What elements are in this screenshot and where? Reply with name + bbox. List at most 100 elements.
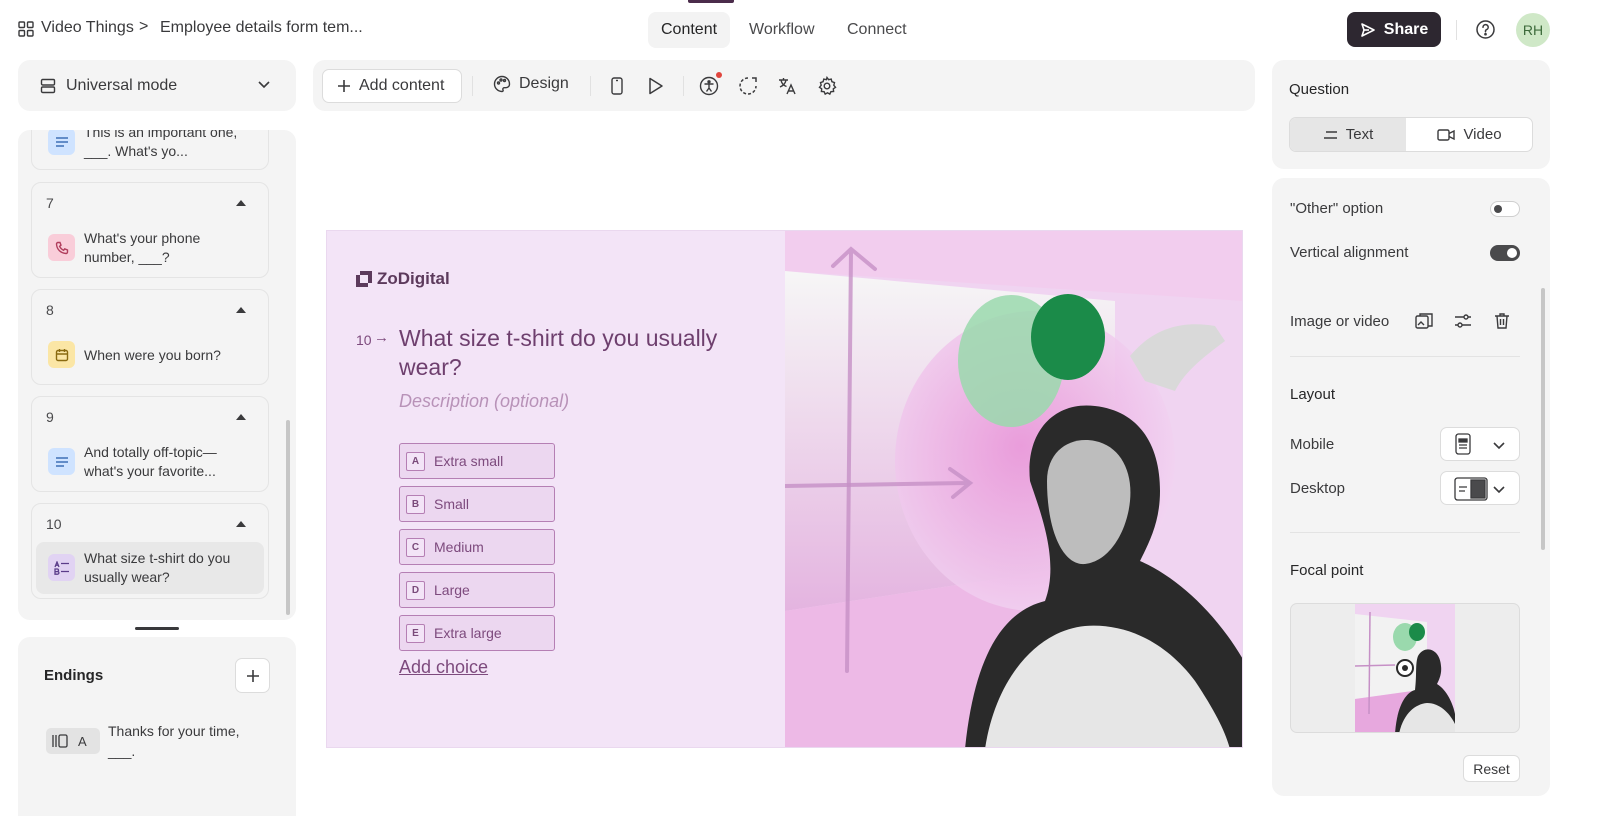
- tab-connect[interactable]: Connect: [834, 12, 920, 48]
- choice-label: Extra large: [434, 625, 502, 641]
- resize-handle[interactable]: [135, 627, 179, 630]
- question-title[interactable]: What size t-shirt do you usually wear?: [399, 324, 739, 382]
- breadcrumb-form-title[interactable]: Employee details form tem...: [160, 19, 363, 37]
- collapse-caret-icon[interactable]: [236, 200, 246, 206]
- choice-option[interactable]: A Extra small: [399, 443, 555, 479]
- desktop-layout-icon: [1454, 477, 1488, 501]
- ending-icon: [52, 734, 68, 748]
- question-settings-panel: Question Text Video: [1272, 60, 1550, 169]
- toggle-knob: [1494, 205, 1502, 213]
- reset-button[interactable]: Reset: [1463, 755, 1520, 782]
- short-text-icon: [48, 130, 75, 155]
- mode-select-value: Universal mode: [66, 77, 178, 94]
- tab-workflow[interactable]: Workflow: [736, 12, 828, 48]
- toggle-knob: [1507, 248, 1517, 258]
- mode-select[interactable]: Universal mode: [18, 60, 296, 111]
- endings-title: Endings: [44, 667, 104, 684]
- collapse-caret-icon[interactable]: [236, 521, 246, 527]
- help-icon[interactable]: [1475, 19, 1496, 40]
- question-card-selected[interactable]: 10 What size t-shirt do you usually wear…: [31, 503, 269, 599]
- design-label: Design: [519, 75, 569, 92]
- mobile-layout-label: Mobile: [1290, 436, 1335, 453]
- vertical-alignment-toggle[interactable]: [1490, 245, 1520, 261]
- divider: [1290, 532, 1520, 533]
- collapse-caret-icon[interactable]: [236, 414, 246, 420]
- multiple-choice-icon: [48, 554, 75, 581]
- mobile-layout-dropdown[interactable]: [1440, 427, 1520, 461]
- ending-text[interactable]: Thanks for your time, ___.: [108, 721, 268, 761]
- plus-icon: [246, 669, 259, 682]
- question-number: 9: [46, 409, 54, 425]
- translate-icon[interactable]: [775, 74, 799, 98]
- desktop-layout-label: Desktop: [1290, 480, 1346, 497]
- other-option-label: "Other" option: [1290, 200, 1384, 217]
- question-card[interactable]: This is an important one, ___. What's yo…: [31, 130, 269, 170]
- tab-content[interactable]: Content: [648, 12, 731, 48]
- adjust-sliders-icon[interactable]: [1453, 311, 1473, 331]
- endings-panel: Endings A Thanks for your time, ___.: [18, 637, 296, 816]
- share-button[interactable]: Share: [1347, 12, 1441, 47]
- chevron-down-icon: [1493, 486, 1505, 494]
- question-card[interactable]: 8 When were you born?: [31, 289, 269, 385]
- logo-mark-icon: [356, 271, 372, 287]
- description-placeholder[interactable]: Description (optional): [399, 391, 569, 412]
- avatar[interactable]: RH: [1516, 13, 1550, 47]
- active-tab-indicator: [688, 0, 734, 3]
- layout-section-title: Layout: [1290, 386, 1336, 403]
- mobile-preview-icon[interactable]: [605, 74, 629, 98]
- text-lines-icon: [1323, 130, 1337, 139]
- question-card[interactable]: 7 What's your phone number, ___?: [31, 182, 269, 278]
- question-card-text: What size t-shirt do you usually wear?: [84, 550, 231, 585]
- video-camera-icon: [1437, 128, 1456, 141]
- question-card-text: And totally off-topic—what's your favori…: [84, 444, 217, 479]
- logic-icon[interactable]: [736, 74, 760, 98]
- top-bar: Video Things > Employee details form tem…: [0, 0, 1600, 60]
- settings-gear-icon[interactable]: [815, 74, 839, 98]
- apps-grid-icon[interactable]: [18, 21, 34, 37]
- question-number: 7: [46, 195, 54, 211]
- add-ending-button[interactable]: [235, 658, 270, 693]
- divider: [1290, 356, 1520, 357]
- add-choice-link[interactable]: Add choice: [399, 657, 488, 678]
- question-card[interactable]: 9 And totally off-topic—what's your favo…: [31, 396, 269, 492]
- focal-point-handle[interactable]: [1396, 659, 1414, 677]
- question-section-title: Question: [1289, 81, 1350, 98]
- breadcrumb-workspace[interactable]: Video Things: [41, 19, 134, 37]
- other-option-toggle[interactable]: [1490, 201, 1520, 217]
- palette-icon: [493, 75, 511, 93]
- question-card-item[interactable]: What size t-shirt do you usually wear?: [36, 542, 264, 594]
- add-content-button[interactable]: Add content: [322, 69, 462, 103]
- choice-key: B: [406, 494, 425, 514]
- video-type-button[interactable]: Video: [1406, 118, 1532, 151]
- send-icon: [1360, 22, 1375, 37]
- hero-image: [785, 231, 1242, 747]
- desktop-layout-dropdown[interactable]: [1440, 471, 1520, 505]
- choice-label: Small: [434, 496, 470, 512]
- design-button[interactable]: Design: [493, 75, 569, 93]
- replace-image-icon[interactable]: [1414, 311, 1434, 331]
- image-or-video-label: Image or video: [1290, 313, 1390, 330]
- calendar-icon: [48, 341, 75, 368]
- share-label: Share: [1383, 20, 1429, 38]
- choice-option[interactable]: C Medium: [399, 529, 555, 565]
- divider: [683, 76, 684, 96]
- delete-trash-icon[interactable]: [1492, 311, 1512, 331]
- collapse-caret-icon[interactable]: [236, 307, 246, 313]
- choice-option[interactable]: E Extra large: [399, 615, 555, 651]
- focal-point-picker[interactable]: [1290, 603, 1520, 733]
- ending-badge: A: [46, 728, 100, 754]
- ending-key: A: [78, 733, 87, 749]
- choice-option[interactable]: D Large: [399, 572, 555, 608]
- play-preview-icon[interactable]: [644, 74, 668, 98]
- vertical-alignment-label: Vertical alignment: [1290, 244, 1409, 261]
- text-type-button[interactable]: Text: [1290, 118, 1406, 151]
- question-type-toggle: Text Video: [1289, 117, 1533, 152]
- phone-icon: [48, 234, 75, 261]
- accessibility-icon[interactable]: [697, 72, 722, 98]
- scrollbar[interactable]: [286, 420, 290, 615]
- question-number: 10: [46, 516, 62, 532]
- question-arrow: →: [374, 329, 389, 346]
- scrollbar[interactable]: [1541, 288, 1545, 550]
- chevron-down-icon: [258, 81, 270, 89]
- choice-option[interactable]: B Small: [399, 486, 555, 522]
